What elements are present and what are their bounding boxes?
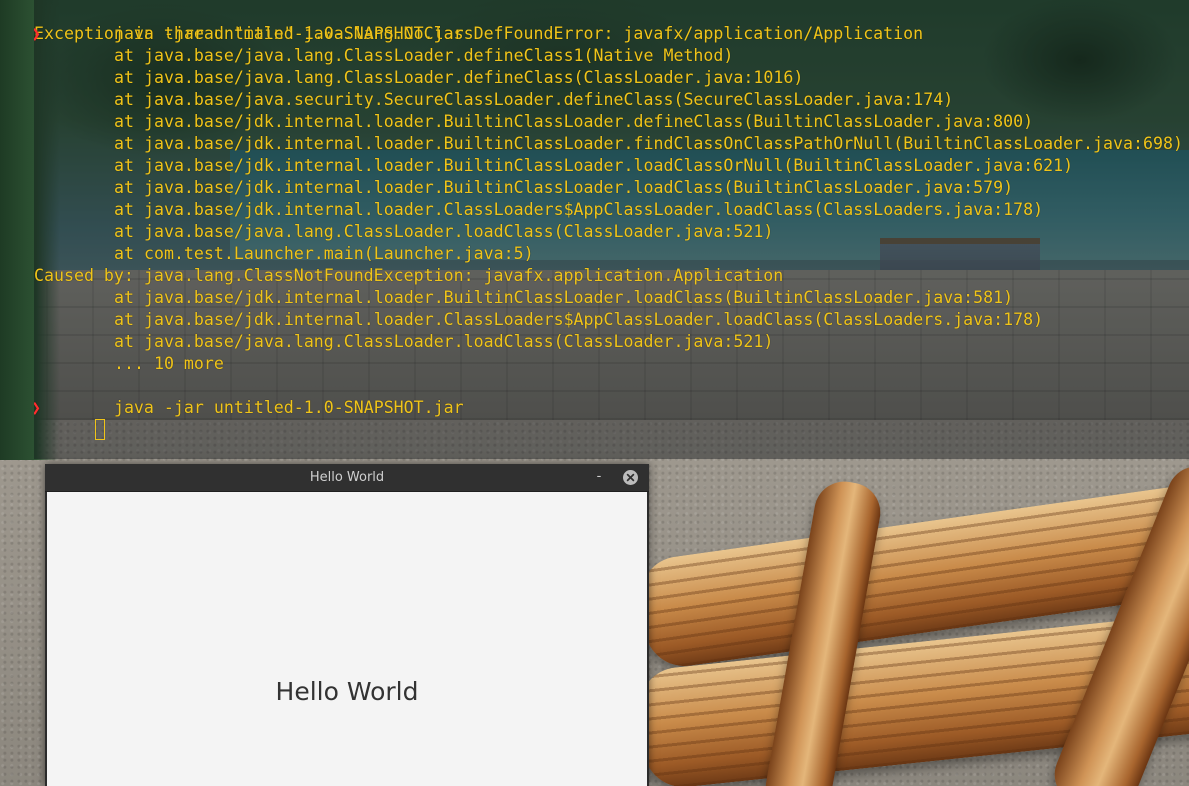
stacktrace-more-line: ... 10 more	[114, 354, 224, 373]
stacktrace-line: at java.base/java.lang.ClassLoader.defin…	[114, 68, 804, 87]
stacktrace-line: at java.base/java.lang.ClassLoader.loadC…	[114, 332, 774, 351]
terminal-command-line: ❯ java -jar untitled-1.0-SNAPSHOT.jar	[34, 1, 1189, 43]
stacktrace-line: at java.base/java.lang.ClassLoader.loadC…	[114, 222, 774, 241]
stacktrace-line: at java.base/jdk.internal.loader.Builtin…	[114, 288, 1014, 307]
stacktrace-line: at java.base/jdk.internal.loader.ClassLo…	[114, 200, 1044, 219]
stacktrace-line: at java.base/java.lang.ClassLoader.defin…	[114, 46, 734, 65]
command-text: java -jar untitled-1.0-SNAPSHOT.jar	[113, 398, 464, 417]
close-button[interactable]	[623, 470, 638, 485]
window-content: Hello World	[47, 492, 647, 786]
window-titlebar[interactable]: Hello World -	[45, 464, 649, 492]
stacktrace-line: at java.base/jdk.internal.loader.Builtin…	[114, 178, 1014, 197]
hello-world-window[interactable]: Hello World - Hello World	[45, 464, 649, 786]
terminal-command-line: ❯ java -jar untitled-1.0-SNAPSHOT.jar	[34, 375, 1189, 417]
window-title: Hello World	[309, 470, 385, 485]
close-icon	[626, 473, 635, 482]
stacktrace-line: at java.base/java.security.SecureClassLo…	[114, 90, 954, 109]
stacktrace-line: at com.test.Launcher.main(Launcher.java:…	[114, 244, 534, 263]
text-cursor	[94, 419, 105, 440]
terminal-window[interactable]: ❯java -jar untitled-1.0-SNAPSHOT.jar Exc…	[34, 0, 1189, 459]
minimize-button[interactable]: -	[591, 468, 607, 486]
stacktrace-line: at java.base/jdk.internal.loader.Builtin…	[114, 134, 1183, 153]
stacktrace-line: at java.base/jdk.internal.loader.ClassLo…	[114, 310, 1044, 329]
stacktrace-line: at java.base/jdk.internal.loader.Builtin…	[114, 112, 1034, 131]
caused-by-line: Caused by: java.lang.ClassNotFoundExcept…	[34, 266, 784, 285]
prompt-arrow-icon: ❯	[34, 23, 41, 45]
terminal-output: ❯java -jar untitled-1.0-SNAPSHOT.jar Exc…	[34, 1, 1189, 440]
stacktrace-line: at java.base/jdk.internal.loader.Builtin…	[114, 156, 1074, 175]
hello-world-label: Hello World	[275, 677, 419, 706]
command-text: java -jar untitled-1.0-SNAPSHOT.jar	[113, 24, 464, 43]
prompt-arrow-icon: ❯	[34, 397, 41, 419]
